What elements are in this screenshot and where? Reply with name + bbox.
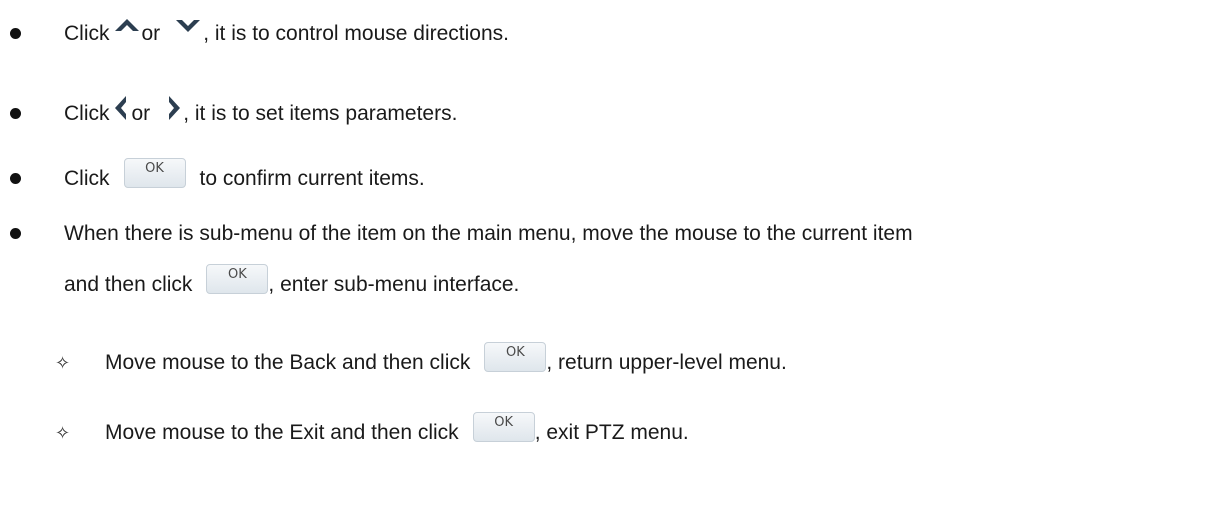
item-text: Click xyxy=(64,167,110,190)
ok-button-icon: OK xyxy=(472,412,535,442)
chevron-down-icon xyxy=(173,11,203,41)
item-text: Click xyxy=(64,102,110,125)
item-text: , it is to set items parameters. xyxy=(183,102,458,125)
diamond-marker-icon: ✧ xyxy=(55,422,71,444)
list-item: Click or , it is to control mouse direct… xyxy=(64,14,509,54)
item-text: or xyxy=(131,102,151,125)
item-text: Click xyxy=(64,22,110,45)
list-item: Click or , it is to set items parameters… xyxy=(64,94,457,134)
ok-button-icon: OK xyxy=(206,264,269,294)
bullet-dot xyxy=(10,108,21,119)
bullet-dot xyxy=(10,228,21,239)
item-text: , return upper-level menu. xyxy=(546,351,787,374)
item-text: Move mouse to the Exit and then click xyxy=(105,421,459,444)
item-text: or xyxy=(141,22,161,45)
item-text: , exit PTZ menu. xyxy=(534,421,689,444)
item-text: to confirm current items. xyxy=(199,167,425,190)
chevron-up-icon xyxy=(112,11,142,41)
chevron-left-icon xyxy=(112,93,132,123)
sub-list-item: ✧ Move mouse to the Exit and then click … xyxy=(55,412,689,453)
diamond-marker-icon: ✧ xyxy=(55,352,71,374)
chevron-right-icon xyxy=(163,93,183,123)
list-item-continuation: and then click OK , enter sub-menu inter… xyxy=(64,264,520,305)
item-text: , enter sub-menu interface. xyxy=(268,273,520,296)
ok-button-icon: OK xyxy=(484,342,547,372)
list-item: When there is sub-menu of the item on th… xyxy=(64,214,913,254)
ok-button-icon: OK xyxy=(123,158,186,188)
item-text: When there is sub-menu of the item on th… xyxy=(64,222,913,245)
item-text: and then click xyxy=(64,273,193,296)
bullet-dot xyxy=(10,28,21,39)
sub-list-item: ✧ Move mouse to the Back and then click … xyxy=(55,342,787,383)
item-text: , it is to control mouse directions. xyxy=(203,22,509,45)
bullet-dot xyxy=(10,173,21,184)
item-text: Move mouse to the Back and then click xyxy=(105,351,471,374)
list-item: Click OK to confirm current items. xyxy=(64,158,425,199)
